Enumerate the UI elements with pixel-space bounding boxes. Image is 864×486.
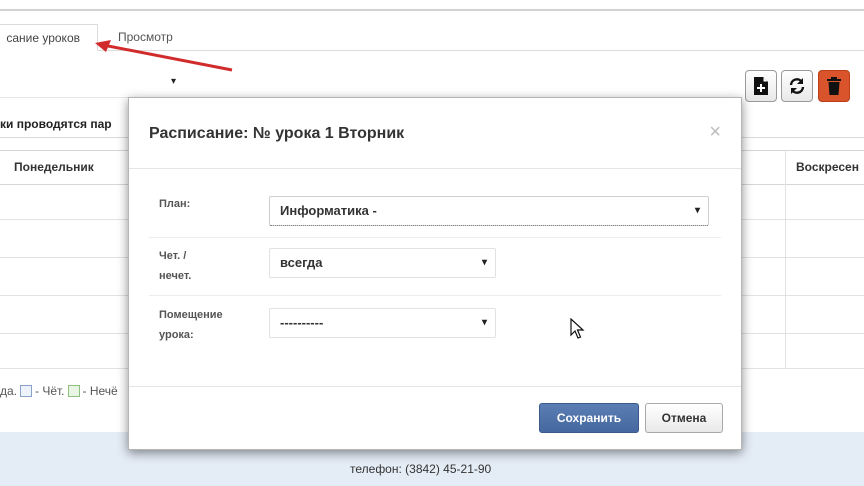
parity-select-value: всегда: [280, 255, 323, 270]
dialog-header-divider: [129, 168, 741, 169]
plan-label: План:: [159, 198, 191, 210]
parity-select[interactable]: всегда ▾: [269, 248, 496, 278]
mouse-cursor-icon: [570, 318, 585, 339]
dialog-title: Расписание: № урока 1 Вторник: [149, 125, 405, 142]
dialog-footer-divider: [129, 386, 741, 387]
chevron-down-icon: ▾: [694, 205, 700, 216]
room-label-line2: урока:: [159, 329, 194, 341]
parity-label-line2: нечет.: [159, 270, 192, 282]
plan-select-value: Информатика -: [280, 203, 377, 218]
cancel-button[interactable]: Отмена: [645, 403, 723, 433]
lesson-dialog: Расписание: № урока 1 Вторник × План: Ин…: [128, 97, 742, 450]
field-divider: [149, 295, 721, 296]
room-select[interactable]: ---------- ▾: [269, 308, 496, 338]
plan-select[interactable]: Информатика - ▾: [269, 196, 709, 226]
room-label: Помещение: [159, 309, 223, 321]
chevron-down-icon: ▾: [481, 257, 487, 268]
room-select-value: ----------: [280, 315, 324, 330]
chevron-down-icon: ▾: [481, 317, 487, 328]
field-divider: [149, 237, 721, 238]
save-button[interactable]: Сохранить: [539, 403, 639, 433]
close-icon[interactable]: ×: [709, 122, 721, 142]
parity-label: Чет. /: [159, 250, 187, 262]
